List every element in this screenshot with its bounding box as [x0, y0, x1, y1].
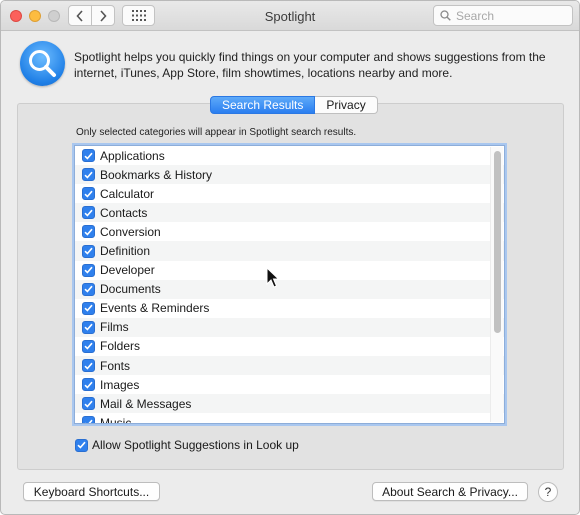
category-label: Folders	[100, 339, 141, 354]
checkmark-icon	[84, 209, 93, 217]
category-checkbox[interactable]	[82, 359, 95, 373]
checkmark-icon	[84, 343, 93, 351]
title-bar: Spotlight	[1, 1, 579, 31]
spotlight-description: Spotlight helps you quickly find things …	[74, 50, 546, 80]
checkmark-icon	[84, 190, 93, 198]
spotlight-magnifier-icon	[20, 41, 65, 86]
checkmark-icon	[84, 400, 93, 408]
category-checkbox[interactable]	[82, 320, 95, 334]
allow-suggestions-label: Allow Spotlight Suggestions in Look up	[92, 438, 299, 452]
checkmark-icon	[85, 419, 93, 423]
category-row[interactable]: Folders	[75, 337, 504, 356]
category-checkbox[interactable]	[82, 225, 95, 239]
checkmark-icon	[84, 228, 93, 236]
search-field[interactable]	[433, 5, 573, 26]
category-row[interactable]: Applications	[75, 146, 504, 165]
categories-note: Only selected categories will appear in …	[76, 127, 357, 138]
category-row[interactable]: Calculator	[75, 184, 504, 203]
category-checkbox[interactable]	[82, 301, 95, 315]
tab-privacy[interactable]: Privacy	[315, 96, 378, 114]
checkmark-icon	[84, 285, 93, 293]
category-checkbox[interactable]	[82, 378, 95, 392]
category-checkbox[interactable]	[82, 339, 95, 353]
category-label: Applications	[100, 148, 165, 163]
category-label: Events & Reminders	[100, 301, 210, 316]
category-row[interactable]: Music	[75, 413, 504, 424]
checkmark-icon	[84, 152, 93, 160]
allow-suggestions-checkbox[interactable]	[75, 438, 88, 452]
category-label: Calculator	[100, 186, 155, 201]
search-icon	[440, 10, 451, 21]
checkmark-icon	[84, 381, 93, 389]
category-label: Definition	[100, 244, 151, 259]
category-row[interactable]: Documents	[75, 279, 504, 299]
category-row[interactable]: Films	[75, 317, 504, 337]
category-row[interactable]: Events & Reminders	[75, 299, 504, 318]
category-row[interactable]: Fonts	[75, 356, 504, 376]
category-label: Documents	[100, 282, 161, 297]
category-checkbox[interactable]	[82, 416, 95, 423]
category-label: Fonts	[100, 358, 131, 373]
category-row[interactable]: Contacts	[75, 203, 504, 223]
category-checkbox[interactable]	[82, 397, 95, 411]
mouse-pointer-icon	[266, 267, 280, 288]
checkmark-icon	[84, 362, 93, 370]
category-row[interactable]: Bookmarks & History	[75, 165, 504, 185]
checkmark-icon	[84, 266, 93, 274]
category-checkbox[interactable]	[82, 244, 95, 258]
category-checkbox[interactable]	[82, 149, 95, 163]
checkmark-icon	[84, 171, 93, 179]
category-label: Music	[100, 415, 132, 424]
tab-bar: Search Results Privacy	[210, 96, 378, 114]
category-row[interactable]: Mail & Messages	[75, 394, 504, 414]
help-button[interactable]: ?	[538, 482, 558, 502]
category-row[interactable]: Images	[75, 375, 504, 394]
category-label: Films	[100, 320, 129, 335]
checkmark-icon	[84, 247, 93, 255]
category-label: Conversion	[100, 224, 161, 239]
categories-rows: Applications Bookmarks & History Calculato…	[75, 146, 504, 424]
tab-search-results[interactable]: Search Results	[210, 96, 316, 114]
category-label: Contacts	[100, 205, 148, 220]
keyboard-shortcuts-button[interactable]: Keyboard Shortcuts...	[23, 482, 160, 501]
category-row[interactable]: Developer	[75, 261, 504, 280]
scrollbar-thumb[interactable]	[494, 151, 501, 333]
preferences-window: Spotlight Spotlight helps you quickly fi…	[0, 0, 580, 515]
checkmark-icon	[77, 441, 86, 449]
search-input[interactable]	[456, 8, 566, 23]
about-search-privacy-button[interactable]: About Search & Privacy...	[372, 482, 528, 501]
category-label: Developer	[100, 263, 155, 278]
category-label: Bookmarks & History	[100, 167, 213, 182]
category-label: Mail & Messages	[100, 396, 192, 411]
allow-suggestions-option[interactable]: Allow Spotlight Suggestions in Look up	[75, 438, 299, 452]
categories-list[interactable]: Applications Bookmarks & History Calculato…	[74, 145, 505, 424]
checkmark-icon	[84, 304, 93, 312]
category-row[interactable]: Definition	[75, 241, 504, 261]
category-label: Images	[100, 377, 140, 392]
category-row[interactable]: Conversion	[75, 222, 504, 241]
category-checkbox[interactable]	[82, 206, 95, 220]
category-checkbox[interactable]	[82, 168, 95, 182]
checkmark-icon	[84, 324, 93, 332]
category-checkbox[interactable]	[82, 282, 95, 296]
category-checkbox[interactable]	[82, 263, 95, 277]
categories-scrollbar[interactable]	[490, 147, 503, 422]
category-checkbox[interactable]	[82, 187, 95, 201]
